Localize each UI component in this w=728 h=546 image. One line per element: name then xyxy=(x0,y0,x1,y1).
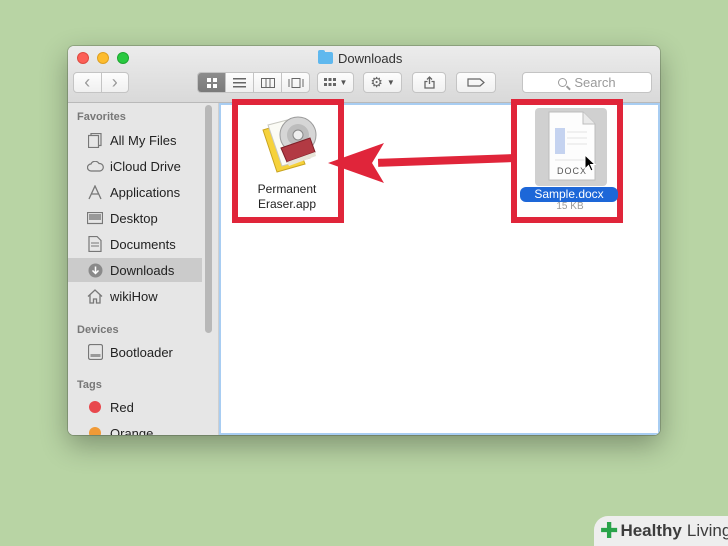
share-icon xyxy=(423,76,435,89)
gear-icon: ⚙ xyxy=(370,74,383,90)
sidebar-item-label: Applications xyxy=(110,184,181,200)
favorites-header: Favorites xyxy=(77,111,126,123)
cloud-icon xyxy=(86,158,104,174)
search-placeholder: Search xyxy=(574,75,616,90)
grid-icon xyxy=(206,77,217,88)
column-view-button[interactable] xyxy=(254,73,282,92)
list-view-button[interactable] xyxy=(226,73,254,92)
coverflow-view-button[interactable] xyxy=(282,73,309,92)
titlebar: Downloads ‹ › ▼ ⚙ ▼ Search xyxy=(68,46,660,103)
chevron-right-icon: › xyxy=(111,72,118,92)
watermark-brand-bold: Healthy xyxy=(620,521,682,540)
sidebar-item-downloads[interactable]: Downloads xyxy=(68,258,202,282)
folder-icon xyxy=(318,50,333,64)
devices-header: Devices xyxy=(77,324,119,336)
search-icon xyxy=(558,78,568,87)
sidebar-item-wikihow[interactable]: wikiHow xyxy=(68,284,202,308)
arrange-button[interactable]: ▼ xyxy=(317,72,354,93)
sidebar-item-label: iCloud Drive xyxy=(110,158,181,174)
sidebar-item-tag-orange[interactable]: Orange xyxy=(68,421,202,435)
forward-button[interactable]: › xyxy=(102,73,129,92)
sidebar-item-label: Desktop xyxy=(110,210,158,226)
desktop-icon xyxy=(86,210,104,226)
documents-icon xyxy=(86,236,104,252)
icon-view-button[interactable] xyxy=(198,73,226,92)
sidebar-item-tag-red[interactable]: Red xyxy=(68,395,202,419)
permanent-eraser-app-icon[interactable] xyxy=(255,108,323,176)
chevron-down-icon: ▼ xyxy=(386,78,395,87)
tag-dot xyxy=(89,427,101,435)
tag-button[interactable] xyxy=(456,72,496,93)
sidebar-item-label: wikiHow xyxy=(110,288,158,304)
plus-logo-icon: ✚ xyxy=(600,518,619,543)
app-file-name[interactable]: Permanent Eraser.app xyxy=(247,182,327,212)
window-title-text: Downloads xyxy=(338,50,403,66)
minimize-button[interactable] xyxy=(97,52,109,64)
list-icon xyxy=(233,77,246,87)
tags-header: Tags xyxy=(77,379,102,391)
chevron-down-icon: ▼ xyxy=(339,78,348,87)
app-name-line2: Eraser.app xyxy=(257,197,317,211)
files-icon xyxy=(86,132,104,148)
sidebar-item-label: Documents xyxy=(110,236,176,252)
tag-dot xyxy=(89,401,101,413)
disk-icon xyxy=(86,344,104,360)
back-forward-control: ‹ › xyxy=(73,72,129,93)
mouse-cursor-icon xyxy=(584,154,597,172)
drag-arrow-head xyxy=(328,143,384,183)
app-name-line1: Permanent xyxy=(257,182,317,196)
close-button[interactable] xyxy=(77,52,89,64)
download-icon xyxy=(86,262,104,278)
sidebar: Favorites All My Files iCloud Drive Appl… xyxy=(68,103,219,435)
zoom-button[interactable] xyxy=(117,52,129,64)
search-field[interactable]: Search xyxy=(522,72,652,93)
doc-file-size: 15 KB xyxy=(556,201,584,212)
columns-icon xyxy=(260,77,275,88)
applications-icon xyxy=(86,184,104,200)
tag-color-icon xyxy=(86,425,104,435)
view-mode-control xyxy=(197,72,310,93)
sidebar-item-icloud-drive[interactable]: iCloud Drive xyxy=(68,154,202,178)
tag-color-icon xyxy=(86,399,104,415)
sidebar-item-label: All My Files xyxy=(110,132,177,148)
back-button[interactable]: ‹ xyxy=(74,73,102,92)
docx-file-icon[interactable]: DOCX xyxy=(535,108,607,186)
share-button[interactable] xyxy=(412,72,446,93)
watermark-brand-light: Living xyxy=(686,521,728,540)
chevron-left-icon: ‹ xyxy=(84,72,91,92)
coverflow-icon xyxy=(288,77,303,88)
action-button[interactable]: ⚙ ▼ xyxy=(363,72,402,93)
sidebar-item-desktop[interactable]: Desktop xyxy=(68,206,202,230)
group-icon xyxy=(323,77,336,86)
sidebar-item-bootloader[interactable]: Bootloader xyxy=(68,340,202,364)
window-title: Downloads xyxy=(318,50,402,66)
doc-file-name[interactable]: Sample.docx xyxy=(520,187,618,202)
sidebar-scrollbar[interactable] xyxy=(205,105,212,333)
sidebar-item-applications[interactable]: Applications xyxy=(68,180,202,204)
brand-watermark: ✚ Healthy Living xyxy=(594,516,728,546)
tag-icon xyxy=(467,78,485,87)
eraser-app-icon xyxy=(262,116,317,173)
sidebar-item-label: Downloads xyxy=(110,262,175,278)
sidebar-item-all-my-files[interactable]: All My Files xyxy=(68,128,202,152)
home-icon xyxy=(86,288,104,304)
sidebar-item-documents[interactable]: Documents xyxy=(68,232,202,256)
sidebar-item-label: Orange xyxy=(110,425,154,436)
sidebar-item-label: Red xyxy=(110,399,134,415)
sidebar-item-label: Bootloader xyxy=(110,344,173,360)
